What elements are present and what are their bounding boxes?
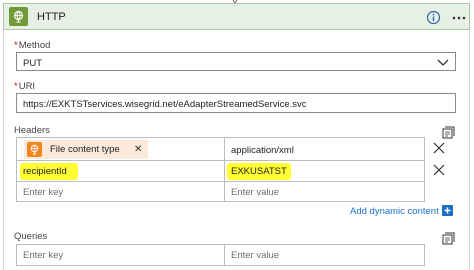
http-globe-icon <box>9 7 28 26</box>
token-label: File content type <box>50 144 120 155</box>
required-mark: * <box>14 40 18 51</box>
switch-to-text-mode-icon[interactable] <box>441 231 455 245</box>
key-placeholder: Enter key <box>23 187 64 198</box>
header-value-cell[interactable]: application/xml <box>224 137 425 161</box>
uri-label-text: URI <box>18 81 36 92</box>
info-icon[interactable] <box>426 10 441 25</box>
header-key-cell[interactable]: File content type ✕ <box>16 137 225 161</box>
method-value: PUT <box>23 58 42 69</box>
action-title: HTTP <box>37 11 66 23</box>
required-mark: * <box>14 81 18 92</box>
value-placeholder: Enter value <box>231 250 280 261</box>
header-key-input[interactable]: Enter key <box>16 181 225 202</box>
add-dynamic-content-link[interactable]: Add dynamic content <box>350 206 439 217</box>
header-key: recipientId <box>23 166 67 177</box>
header-value: EXKUSATST <box>231 166 287 177</box>
add-dynamic-content-icon[interactable] <box>442 205 453 216</box>
header-value-cell[interactable]: EXKUSATST <box>224 160 425 182</box>
more-options-icon[interactable] <box>451 10 467 25</box>
key-placeholder: Enter key <box>23 250 64 261</box>
action-header[interactable]: HTTP <box>3 3 470 30</box>
uri-input[interactable]: https://EXKTSTservices.wisegrid.net/eAda… <box>16 93 456 113</box>
delete-row-icon[interactable] <box>433 142 445 154</box>
dynamic-content-token[interactable]: File content type ✕ <box>24 140 148 159</box>
header-value-input[interactable]: Enter value <box>224 181 425 202</box>
headers-label: Headers <box>14 125 50 136</box>
queries-label: Queries <box>14 231 48 242</box>
delete-row-icon[interactable] <box>433 164 445 176</box>
query-value-input[interactable]: Enter value <box>224 244 425 266</box>
uri-label: *URI <box>14 81 35 92</box>
header-key-cell[interactable]: recipientId <box>16 160 225 182</box>
remove-token-icon[interactable]: ✕ <box>134 144 142 155</box>
uri-value: https://EXKTSTservices.wisegrid.net/eAda… <box>23 99 307 110</box>
chevron-down-icon <box>437 59 449 66</box>
query-key-input[interactable]: Enter key <box>16 244 225 266</box>
header-value: application/xml <box>231 145 294 156</box>
method-label: *Method <box>14 40 50 51</box>
switch-to-text-mode-icon[interactable] <box>441 125 455 139</box>
method-label-text: Method <box>18 40 51 51</box>
value-placeholder: Enter value <box>231 187 280 198</box>
file-token-icon <box>27 142 42 157</box>
method-select[interactable]: PUT <box>16 52 456 71</box>
